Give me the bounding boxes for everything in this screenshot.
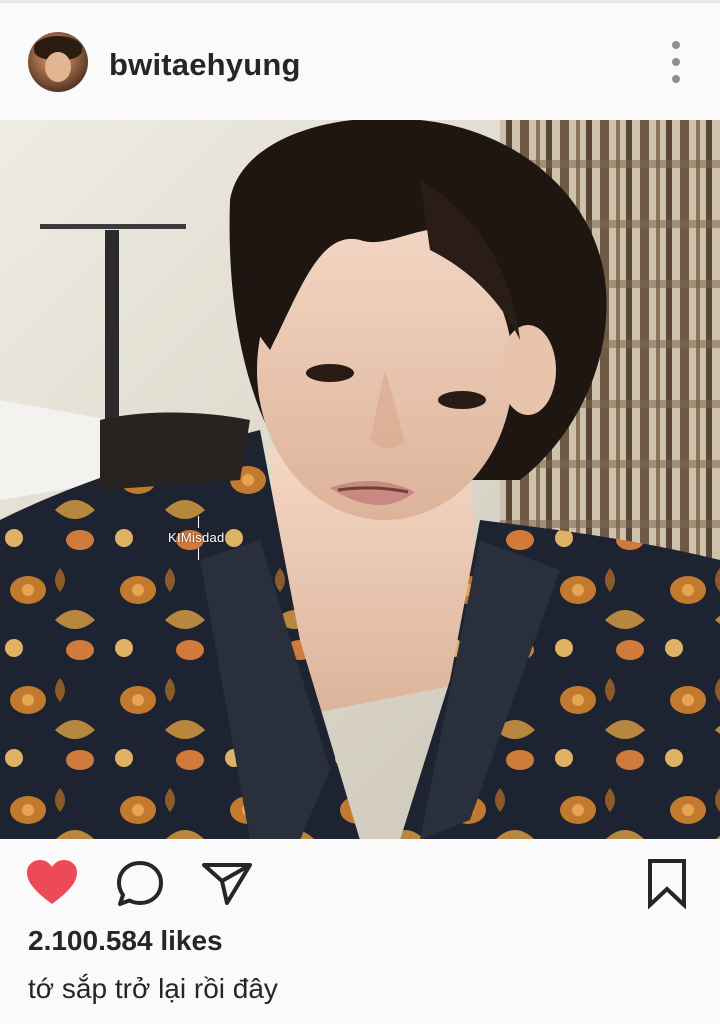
- more-vertical-icon: [672, 41, 680, 49]
- post-header: bwitaehyung: [0, 3, 720, 120]
- avatar-face: [45, 52, 71, 82]
- post-actions: 2.100.584 likes tớ sắp trở lại rồi đây: [0, 839, 720, 1024]
- send-paper-plane-icon: [202, 863, 252, 905]
- bookmark-icon: [648, 859, 686, 910]
- save-button[interactable]: [644, 857, 690, 910]
- post-caption: tớ sắp trở lại rồi đây: [28, 973, 278, 1004]
- comment-bubble-icon: [117, 861, 163, 906]
- post-photo[interactable]: KIMisdad: [0, 120, 720, 839]
- more-vertical-icon-dot-3: [672, 75, 680, 83]
- photo-watermark: KIMisdad: [168, 530, 225, 545]
- watermark-tick-bottom: [198, 548, 199, 560]
- more-vertical-icon-dot-2: [672, 58, 680, 66]
- likes-count[interactable]: 2.100.584 likes: [28, 925, 223, 957]
- like-button[interactable]: [26, 859, 78, 907]
- watermark-tick-top: [198, 516, 199, 528]
- post-photo-image: [0, 120, 720, 839]
- share-button[interactable]: [200, 859, 254, 907]
- username-link[interactable]: bwitaehyung: [109, 47, 301, 83]
- profile-avatar[interactable]: [28, 32, 88, 92]
- heart-filled-icon: [27, 860, 77, 904]
- comment-button[interactable]: [114, 859, 166, 907]
- more-options-button[interactable]: [666, 41, 686, 83]
